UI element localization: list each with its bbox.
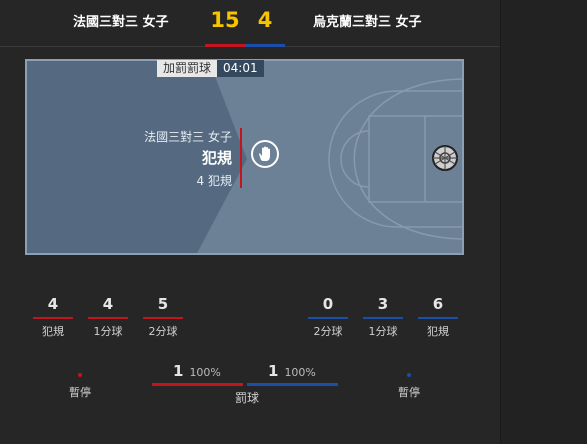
- basketball-hoop-icon: [432, 145, 458, 171]
- period-label: 加罰罰球: [157, 60, 218, 77]
- stat-value: 4: [102, 295, 114, 313]
- free-throw-b-bar: [247, 383, 338, 386]
- free-throw-b-pct: 100%: [284, 366, 316, 379]
- event-team: 法國三對三 女子: [144, 130, 232, 144]
- event-count: 4 犯規: [196, 174, 232, 188]
- stat-label: 2分球: [313, 325, 343, 338]
- event-team-bar: [240, 128, 242, 188]
- clock-time: 04:01: [217, 60, 264, 77]
- stat-label: 2分球: [148, 325, 178, 338]
- stat-underline: [308, 317, 348, 319]
- stat-b-fouls: 6 犯規: [418, 294, 458, 339]
- stat-a-1pt: 4 1分球: [88, 294, 128, 339]
- team-a-name: 法國三對三 女子: [73, 15, 169, 30]
- court-lines: [27, 61, 462, 253]
- stat-underline: [88, 317, 128, 319]
- stat-value: 5: [157, 295, 169, 313]
- free-throw-a-bar: [152, 383, 243, 386]
- hand-icon: [251, 140, 279, 168]
- timeout-label: 暫停: [398, 386, 420, 399]
- team-b-score: 4: [257, 8, 273, 32]
- stat-value: 6: [432, 295, 444, 313]
- free-throw-a-pct: 100%: [189, 366, 221, 379]
- team-b-name: 烏克蘭三對三 女子: [313, 15, 422, 30]
- timeout-label: 暫停: [69, 386, 91, 399]
- team-a-color-bar: [205, 44, 245, 47]
- timeout-b: 暫停: [389, 373, 429, 400]
- team-b-color-bar: [245, 44, 285, 47]
- stat-underline: [143, 317, 183, 319]
- stat-value: 3: [377, 295, 389, 313]
- stat-label: 犯規: [427, 325, 449, 338]
- event-type: 犯規: [201, 149, 232, 167]
- free-throw-a-made: 1: [173, 362, 184, 380]
- stat-a-fouls: 4 犯規: [33, 294, 73, 339]
- team-a-score: 15: [210, 8, 240, 32]
- timeout-dot: [407, 373, 411, 377]
- stat-a-2pt: 5 2分球: [143, 294, 183, 339]
- timeout-a: 暫停: [60, 373, 100, 400]
- stat-label: 1分球: [368, 325, 398, 338]
- scoreboard-header: 法國三對三 女子 15 4 烏克蘭三對三 女子: [0, 0, 500, 47]
- stat-b-1pt: 3 1分球: [363, 294, 403, 339]
- stat-value: 0: [322, 295, 334, 313]
- free-throw-a: 1 100%: [173, 362, 221, 380]
- stat-underline: [418, 317, 458, 319]
- stat-label: 1分球: [93, 325, 123, 338]
- stat-underline: [363, 317, 403, 319]
- side-panel: [500, 0, 587, 444]
- stat-underline: [33, 317, 73, 319]
- court-view: [25, 59, 464, 255]
- stat-value: 4: [47, 295, 59, 313]
- timeout-dot: [78, 373, 82, 377]
- game-clock: 加罰罰球 04:01: [157, 60, 264, 77]
- free-throw-label: 罰球: [234, 391, 259, 405]
- free-throw-b-made: 1: [268, 362, 279, 380]
- stat-label: 犯規: [42, 325, 64, 338]
- free-throw-b: 1 100%: [268, 362, 316, 380]
- stat-b-2pt: 0 2分球: [308, 294, 348, 339]
